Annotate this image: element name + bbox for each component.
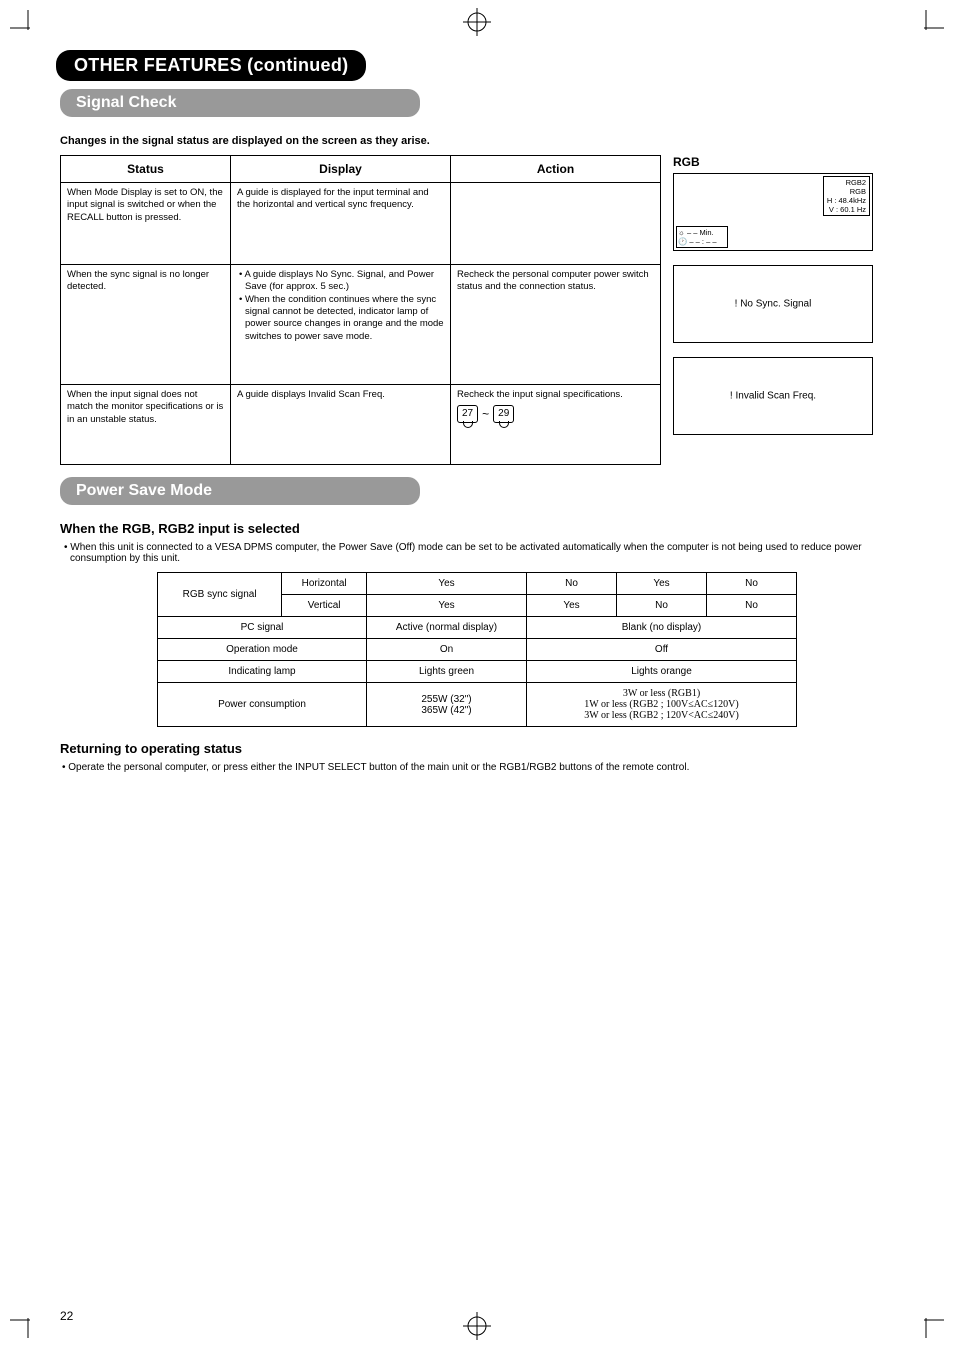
th-status: Status <box>61 156 231 183</box>
horiz-label: Horizontal <box>282 573 367 595</box>
low-power-cell: 3W or less (RGB1) 1W or less (RGB2 ; 100… <box>527 683 797 727</box>
th-action: Action <box>451 156 661 183</box>
row1-status: When Mode Display is set to ON, the inpu… <box>61 183 231 265</box>
row2-display: • A guide displays No Sync. Signal, and … <box>231 265 451 385</box>
op-mode-label: Operation mode <box>158 639 367 661</box>
screen-preview-1: RGB2 RGB H : 48.4kHz V : 60.1 Hz ☼ – – M… <box>673 173 873 251</box>
crop-mark-tl <box>10 10 40 43</box>
row2-action: Recheck the personal computer power swit… <box>451 265 661 385</box>
crop-mark-tr <box>914 10 944 43</box>
watts-cell: 255W (32") 365W (42") <box>367 683 527 727</box>
tilde: ~ <box>482 407 489 423</box>
ps-note: • When this unit is connected to a VESA … <box>70 542 894 564</box>
section-power-save: Power Save Mode <box>60 477 420 505</box>
active-display: Active (normal display) <box>367 617 527 639</box>
ps-subheading: When the RGB, RGB2 input is selected <box>60 521 894 536</box>
cell-yes-1: Yes <box>367 573 527 595</box>
row3-status: When the input signal does not match the… <box>61 385 231 465</box>
osd-timer-box: ☼ – – Min. 🕐 – – : – – <box>676 226 728 248</box>
power-save-table: RGB sync signal Horizontal Yes No Yes No… <box>157 572 797 727</box>
cell-no-3: No <box>617 595 707 617</box>
reg-mark-bottom <box>463 1312 491 1343</box>
ret-heading: Returning to operating status <box>60 741 894 756</box>
th-display: Display <box>231 156 451 183</box>
screen-preview-3: ! Invalid Scan Freq. <box>673 357 873 435</box>
no-sync-text: ! No Sync. Signal <box>735 299 812 310</box>
reg-mark-top <box>463 8 491 39</box>
row3-action: Recheck the input signal specifications.… <box>451 385 661 465</box>
row3-display: A guide displays Invalid Scan Freq. <box>231 385 451 465</box>
cell-yes-2: Yes <box>617 573 707 595</box>
row1-action <box>451 183 661 265</box>
blank-display: Blank (no display) <box>527 617 797 639</box>
row1-display: A guide is displayed for the input termi… <box>231 183 451 265</box>
ind-lamp-label: Indicating lamp <box>158 661 367 683</box>
lights-orange: Lights orange <box>527 661 797 683</box>
screen-preview-2: ! No Sync. Signal <box>673 265 873 343</box>
cell-no-2: No <box>707 573 797 595</box>
cell-no-4: No <box>707 595 797 617</box>
crop-mark-bl <box>10 1308 40 1341</box>
cell-yes-3: Yes <box>367 595 527 617</box>
signal-subtext: Changes in the signal status are display… <box>60 135 894 147</box>
row2-status: When the sync signal is no longer detect… <box>61 265 231 385</box>
page-ref-27: 27 <box>457 405 478 423</box>
ret-note: • Operate the personal computer, or pres… <box>62 762 894 773</box>
page-number: 22 <box>60 1309 73 1323</box>
power-cons-label: Power consumption <box>158 683 367 727</box>
lights-green: Lights green <box>367 661 527 683</box>
page-title: OTHER FEATURES (continued) <box>56 50 366 81</box>
on-cell: On <box>367 639 527 661</box>
pc-signal-label: PC signal <box>158 617 367 639</box>
osd-info-box: RGB2 RGB H : 48.4kHz V : 60.1 Hz <box>823 176 870 216</box>
cell-no-1: No <box>527 573 617 595</box>
section-signal-check: Signal Check <box>60 89 420 117</box>
vert-label: Vertical <box>282 595 367 617</box>
status-table: Status Display Action When Mode Display … <box>60 155 661 465</box>
off-cell: Off <box>527 639 797 661</box>
page-ref-29: 29 <box>493 405 514 423</box>
rgb-label: RGB <box>673 155 873 169</box>
rgb-sync-label: RGB sync signal <box>158 573 282 617</box>
crop-mark-br <box>914 1308 944 1341</box>
cell-yes-4: Yes <box>527 595 617 617</box>
invalid-scan-text: ! Invalid Scan Freq. <box>730 391 816 402</box>
